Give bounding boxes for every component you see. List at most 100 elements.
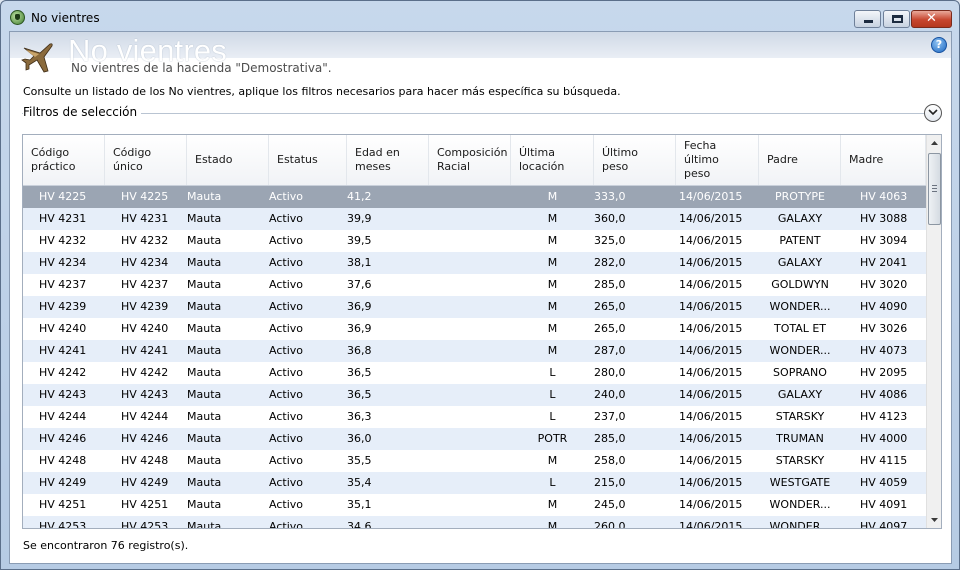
table-row[interactable]: HV 4251 HV 4251 Mauta Activo 35,1 M 245,0 14/06… [23,494,926,516]
grid-body: HV 4225 HV 4225 Mauta Activo 41,2 M 333,0 14/06… [23,186,926,528]
cell-edad: 35,1 [347,498,372,511]
column-header-estatus[interactable]: Estatus [269,135,347,185]
table-row[interactable]: HV 4225 HV 4225 Mauta Activo 41,2 M 333,0 14/06… [23,186,926,208]
minimize-icon [864,20,873,23]
cell-fecha: 14/06/2015 [679,234,743,247]
title-bar[interactable]: No vientres ✕ [1,1,959,31]
maximize-button[interactable] [883,10,910,28]
cell-edad: 36,8 [347,344,372,357]
cell-peso: 285,0 [594,432,626,445]
column-header-estado[interactable]: Estado [187,135,269,185]
table-row[interactable]: HV 4253 HV 4253 Mauta Activo 34,6 M 260,0 14/06… [23,516,926,528]
cell-edad: 36,5 [347,388,372,401]
grid-header: Código práctico Código único Estado Estatus… [23,135,926,186]
cell-fecha: 14/06/2015 [679,256,743,269]
column-header-composicion[interactable]: Composición Racial [429,135,511,185]
cell-edad: 35,5 [347,454,372,467]
table-row[interactable]: HV 4234 HV 4234 Mauta Activo 38,1 M 282,0 14/06… [23,252,926,274]
cell-estatus: Activo [269,476,303,489]
cell-edad: 38,1 [347,256,372,269]
cell-estatus: Activo [269,498,303,511]
cell-peso: 360,0 [594,212,626,225]
cell-locacion: M [547,454,558,467]
cell-estatus: Activo [269,256,303,269]
cell-codigo-practico: HV 4251 [39,498,87,511]
cell-peso: 280,0 [594,366,626,379]
cell-fecha: 14/06/2015 [679,520,743,528]
scroll-up-arrow-icon[interactable] [927,135,942,152]
column-header-madre[interactable]: Madre [841,135,926,185]
cell-estatus: Activo [269,344,303,357]
cell-madre: HV 4000 [860,432,908,445]
cell-peso: 215,0 [594,476,626,489]
cell-estado: Mauta [187,212,222,225]
table-row[interactable]: HV 4231 HV 4231 Mauta Activo 39,9 M 360,0 14/06… [23,208,926,230]
cell-codigo-practico: HV 4246 [39,432,87,445]
cell-edad: 39,5 [347,234,372,247]
cell-padre: TRUMAN [776,432,824,445]
cell-codigo-unico: HV 4239 [121,300,169,313]
table-row[interactable]: HV 4239 HV 4239 Mauta Activo 36,9 M 265,0 14/06… [23,296,926,318]
cell-madre: HV 3094 [860,234,908,247]
cell-madre: HV 4086 [860,388,908,401]
table-row[interactable]: HV 4243 HV 4243 Mauta Activo 36,5 L 240,0 14/06… [23,384,926,406]
cell-estado: Mauta [187,344,222,357]
cell-padre: SOPRANO [773,366,827,379]
cell-codigo-practico: HV 4234 [39,256,87,269]
cell-composicion [429,384,511,406]
cell-estado: Mauta [187,476,222,489]
cell-estatus: Activo [269,388,303,401]
chevron-down-icon [928,109,938,116]
cell-codigo-practico: HV 4249 [39,476,87,489]
cell-estado: Mauta [187,300,222,313]
cell-codigo-practico: HV 4244 [39,410,87,423]
cell-padre: GALAXY [777,256,823,269]
minimize-button[interactable] [854,10,881,28]
column-header-codigo-unico[interactable]: Código único [105,135,187,185]
cell-codigo-unico: HV 4225 [121,190,169,203]
cell-locacion: POTR [537,432,568,445]
table-row[interactable]: HV 4248 HV 4248 Mauta Activo 35,5 M 258,0 14/06… [23,450,926,472]
results-grid[interactable]: Código práctico Código único Estado Estatus… [22,134,942,529]
instructions-text: Consulte un listado de los No vientres, … [23,85,621,98]
cell-peso: 265,0 [594,300,626,313]
column-header-peso[interactable]: Último peso [594,135,676,185]
help-icon[interactable]: ? [931,37,947,53]
table-row[interactable]: HV 4241 HV 4241 Mauta Activo 36,8 M 287,0 14/06… [23,340,926,362]
column-header-locacion[interactable]: Última locación [511,135,594,185]
table-row[interactable]: HV 4242 HV 4242 Mauta Activo 36,5 L 280,0 14/06… [23,362,926,384]
page-subtitle: No vientres de la hacienda "Demostrativa… [71,61,332,75]
table-row[interactable]: HV 4237 HV 4237 Mauta Activo 37,6 M 285,0 14/06… [23,274,926,296]
column-header-padre[interactable]: Padre [759,135,841,185]
table-row[interactable]: HV 4249 HV 4249 Mauta Activo 35,4 L 215,0 14/06… [23,472,926,494]
vertical-scrollbar[interactable] [926,135,941,528]
cell-padre: PROTYPE [775,190,825,203]
cell-codigo-practico: HV 4237 [39,278,87,291]
cell-estado: Mauta [187,520,222,528]
column-header-fecha[interactable]: Fecha último peso [676,135,759,185]
scroll-down-arrow-icon[interactable] [927,511,942,528]
table-row[interactable]: HV 4244 HV 4244 Mauta Activo 36,3 L 237,0 14/06… [23,406,926,428]
cell-madre: HV 4115 [860,454,908,467]
scrollbar-thumb[interactable] [928,153,941,225]
filters-expand-button[interactable] [924,104,942,122]
column-header-codigo-practico[interactable]: Código práctico [23,135,105,185]
close-button[interactable]: ✕ [911,10,952,28]
table-row[interactable]: HV 4240 HV 4240 Mauta Activo 36,9 M 265,0 14/06… [23,318,926,340]
cell-madre: HV 3020 [860,278,908,291]
cell-estatus: Activo [269,212,303,225]
cell-estado: Mauta [187,498,222,511]
cell-fecha: 14/06/2015 [679,300,743,313]
cell-estado: Mauta [187,388,222,401]
cell-codigo-unico: HV 4248 [121,454,169,467]
cell-codigo-practico: HV 4248 [39,454,87,467]
cell-padre: GALAXY [777,212,823,225]
cell-locacion: L [549,410,556,423]
column-header-edad[interactable]: Edad en meses [347,135,429,185]
cell-estatus: Activo [269,432,303,445]
cell-composicion [429,186,511,208]
cell-codigo-unico: HV 4251 [121,498,169,511]
cell-madre: HV 4123 [860,410,908,423]
table-row[interactable]: HV 4232 HV 4232 Mauta Activo 39,5 M 325,0 14/06… [23,230,926,252]
table-row[interactable]: HV 4246 HV 4246 Mauta Activo 36,0 POTR 285,0 14… [23,428,926,450]
